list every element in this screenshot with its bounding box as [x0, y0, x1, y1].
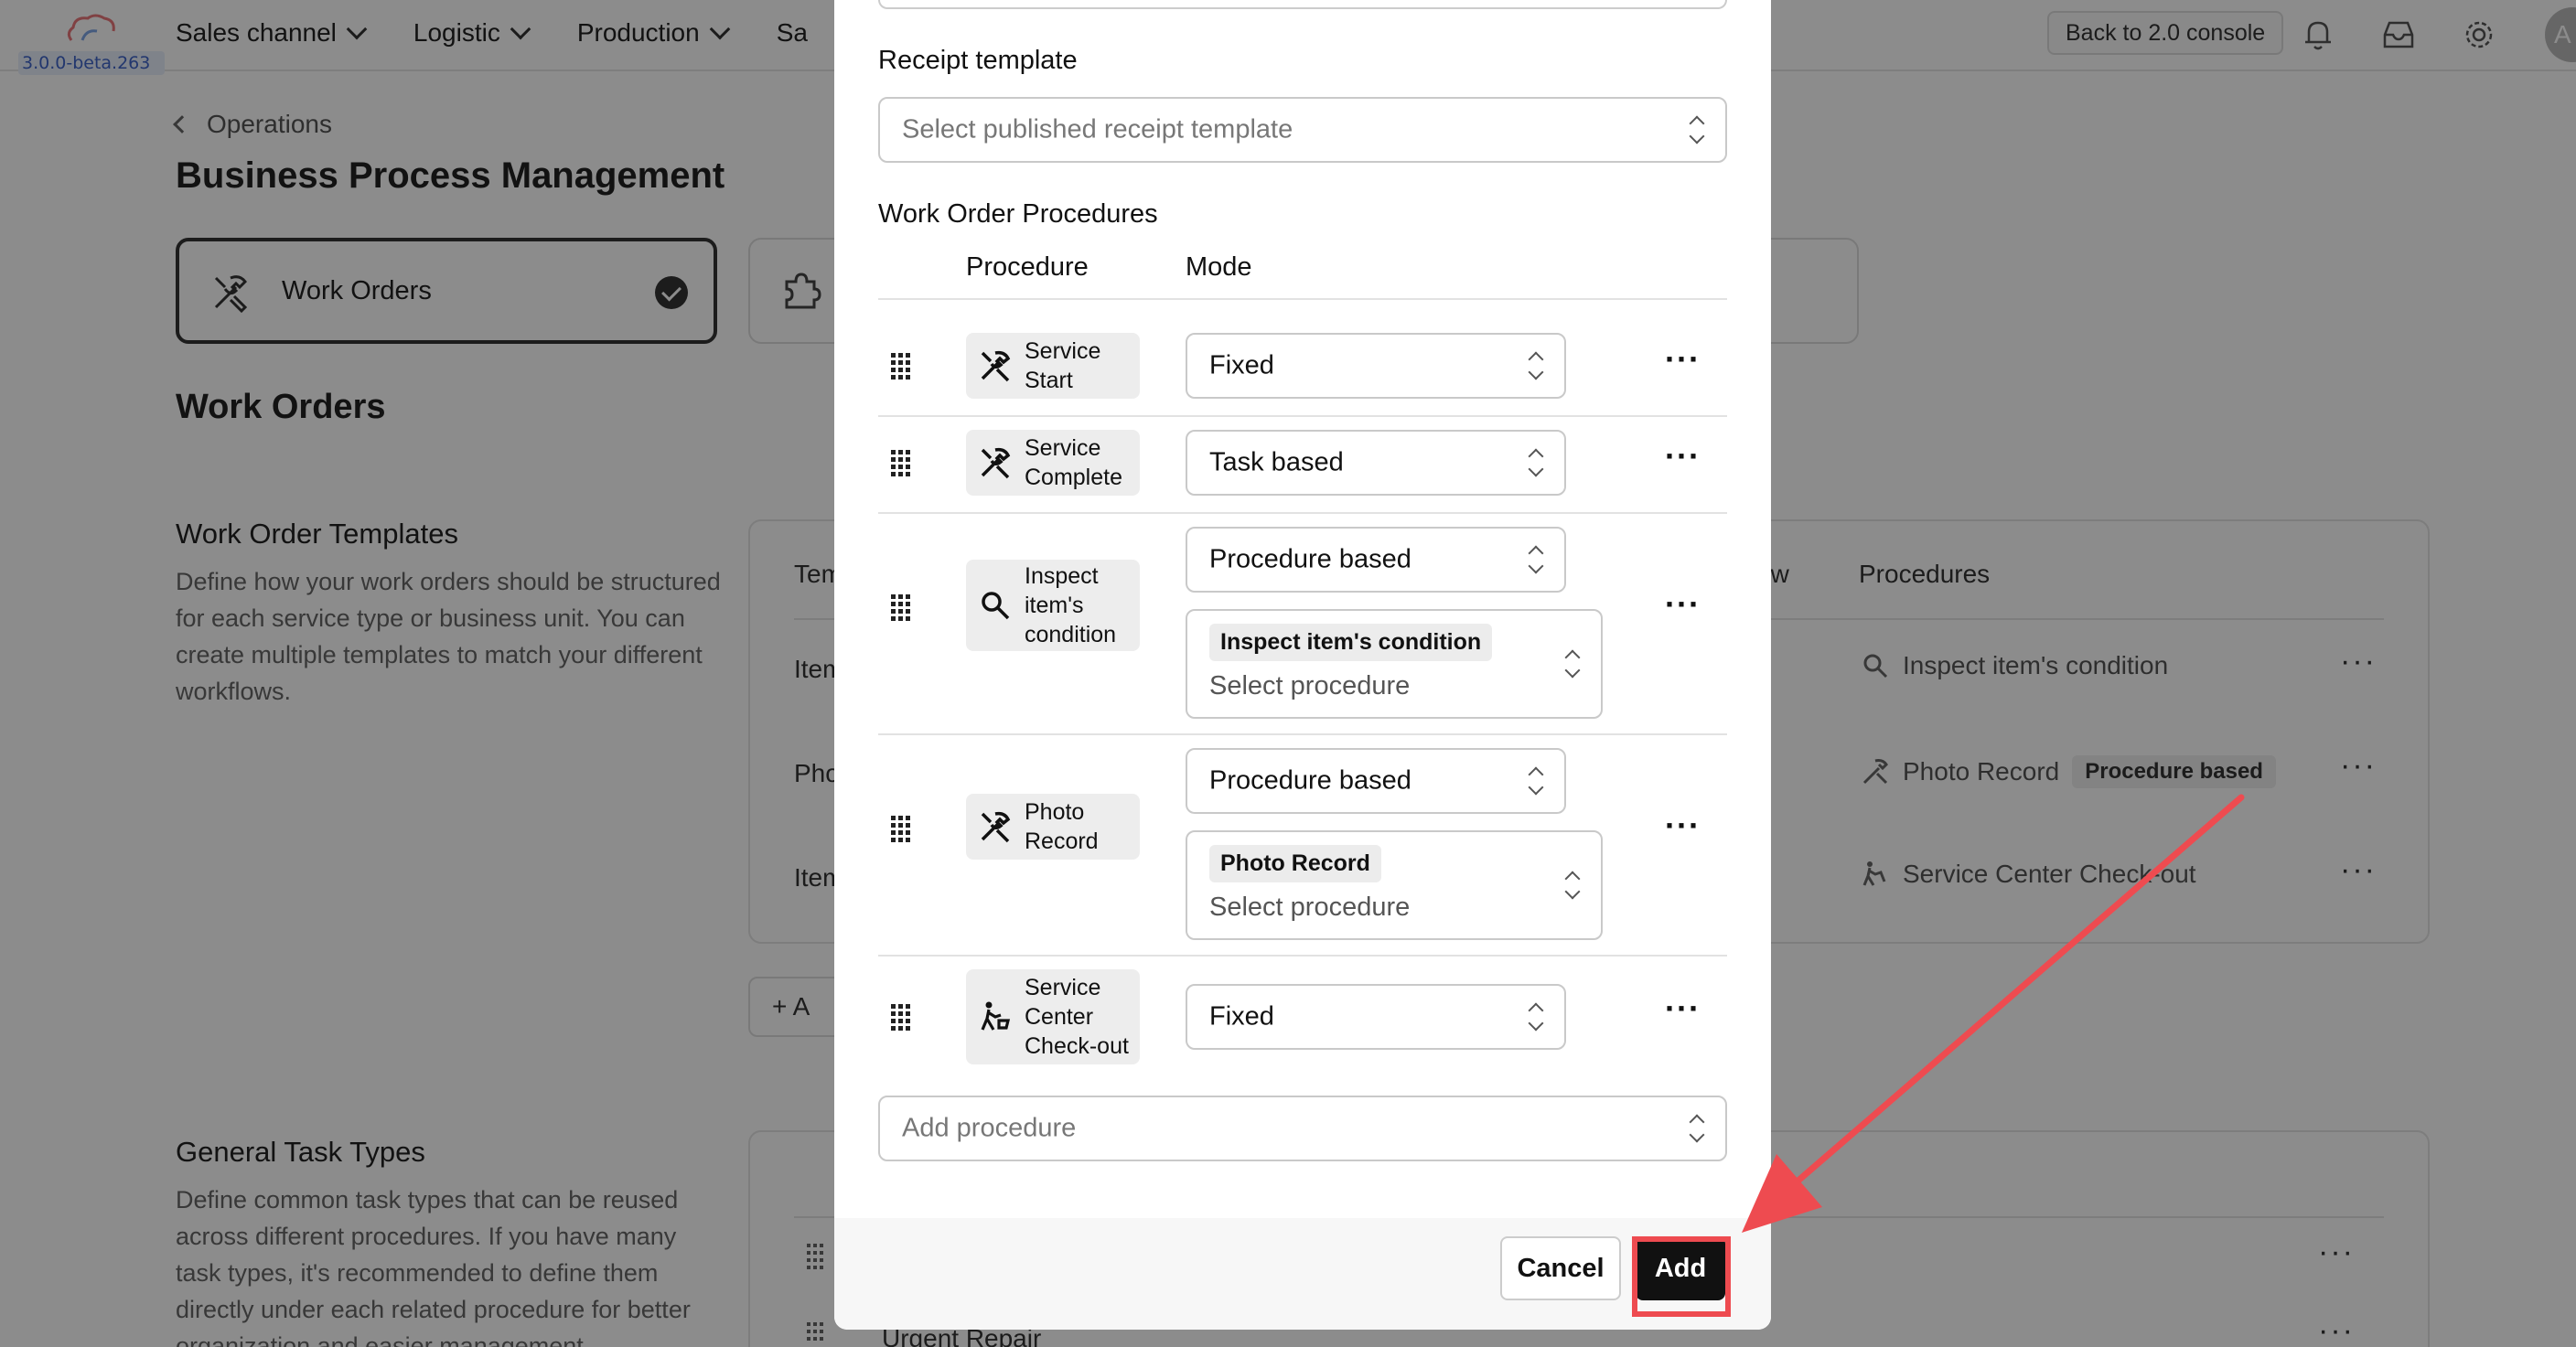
chevron-up-down-icon [1528, 449, 1544, 476]
procedure-name: Service Complete [1025, 435, 1122, 490]
selected-procedure-tag[interactable]: Inspect item's condition [1209, 624, 1493, 661]
drag-handle-icon[interactable] [889, 448, 911, 477]
procedure-name: Service Start [1025, 338, 1101, 393]
procedure-multi-select[interactable]: Inspect item's condition Select procedur… [1186, 609, 1603, 719]
highlight-box [1632, 1236, 1731, 1317]
selected-mode: Fixed [1209, 1001, 1274, 1032]
previous-field-input[interactable] [878, 0, 1727, 9]
divider [878, 733, 1727, 735]
more-icon[interactable]: ··· [1665, 437, 1701, 476]
cancel-button[interactable]: Cancel [1500, 1236, 1621, 1300]
col-procedure-header: Procedure [966, 252, 1089, 282]
add-work-order-template-modal: Receipt template Select published receip… [834, 0, 1771, 1330]
more-icon[interactable]: ··· [1665, 989, 1701, 1028]
select-placeholder: Select published receipt template [902, 114, 1293, 144]
selected-mode: Procedure based [1209, 544, 1411, 574]
procedure-chip: Inspect item's condition [966, 560, 1140, 651]
chevron-up-down-icon [1528, 546, 1544, 573]
tools-icon [981, 350, 1011, 382]
procedure-chip: Service Start [966, 333, 1140, 399]
divider [878, 298, 1727, 300]
divider [878, 512, 1727, 514]
modal-footer: Cancel Add [834, 1218, 1771, 1330]
receipt-template-select[interactable]: Select published receipt template [878, 97, 1727, 163]
receipt-template-label: Receipt template [878, 46, 1078, 75]
select-placeholder: Select procedure [1209, 671, 1411, 700]
chevron-up-down-icon [1528, 352, 1544, 380]
chevron-up-down-icon [1528, 767, 1544, 795]
mode-select[interactable]: Fixed [1186, 984, 1566, 1050]
chevron-up-down-icon [1564, 650, 1581, 678]
procedure-name: Service Center Check-out [1025, 975, 1129, 1059]
mode-select[interactable]: Procedure based [1186, 527, 1566, 593]
chevron-up-down-icon [1528, 1003, 1544, 1031]
select-placeholder: Select procedure [1209, 893, 1411, 922]
mode-select[interactable]: Fixed [1186, 333, 1566, 399]
selected-mode: Procedure based [1209, 765, 1411, 796]
chevron-up-down-icon [1689, 1115, 1705, 1142]
tools-icon [981, 811, 1011, 843]
walker-cart-icon [981, 1001, 1011, 1031]
selected-procedure-tag[interactable]: Photo Record [1209, 845, 1381, 882]
more-icon[interactable]: ··· [1665, 340, 1701, 379]
drag-handle-icon[interactable] [889, 1002, 911, 1032]
procedure-chip: Service Center Check-out [966, 969, 1140, 1064]
selected-mode: Task based [1209, 447, 1344, 477]
mode-select[interactable]: Task based [1186, 430, 1566, 496]
drag-handle-icon[interactable] [889, 593, 911, 622]
procedure-name: Inspect item's condition [1025, 563, 1117, 647]
drag-handle-icon[interactable] [889, 351, 911, 380]
search-icon [982, 592, 1010, 620]
divider [878, 955, 1727, 957]
divider [878, 415, 1727, 417]
chevron-up-down-icon [1564, 871, 1581, 899]
procedure-chip: Photo Record [966, 794, 1140, 860]
chevron-up-down-icon [1689, 116, 1705, 144]
drag-handle-icon[interactable] [889, 814, 911, 843]
work-order-procedures-label: Work Order Procedures [878, 199, 1158, 229]
more-icon[interactable]: ··· [1665, 807, 1701, 845]
selected-mode: Fixed [1209, 350, 1274, 380]
col-mode-header: Mode [1186, 252, 1252, 282]
more-icon[interactable]: ··· [1665, 585, 1701, 624]
add-procedure-select[interactable]: Add procedure [878, 1096, 1727, 1161]
procedure-name: Photo Record [1025, 799, 1099, 854]
select-placeholder: Add procedure [902, 1113, 1077, 1143]
tools-icon [981, 447, 1011, 479]
procedure-chip: Service Complete [966, 430, 1140, 496]
procedure-multi-select[interactable]: Photo Record Select procedure [1186, 830, 1603, 940]
mode-select[interactable]: Procedure based [1186, 748, 1566, 814]
